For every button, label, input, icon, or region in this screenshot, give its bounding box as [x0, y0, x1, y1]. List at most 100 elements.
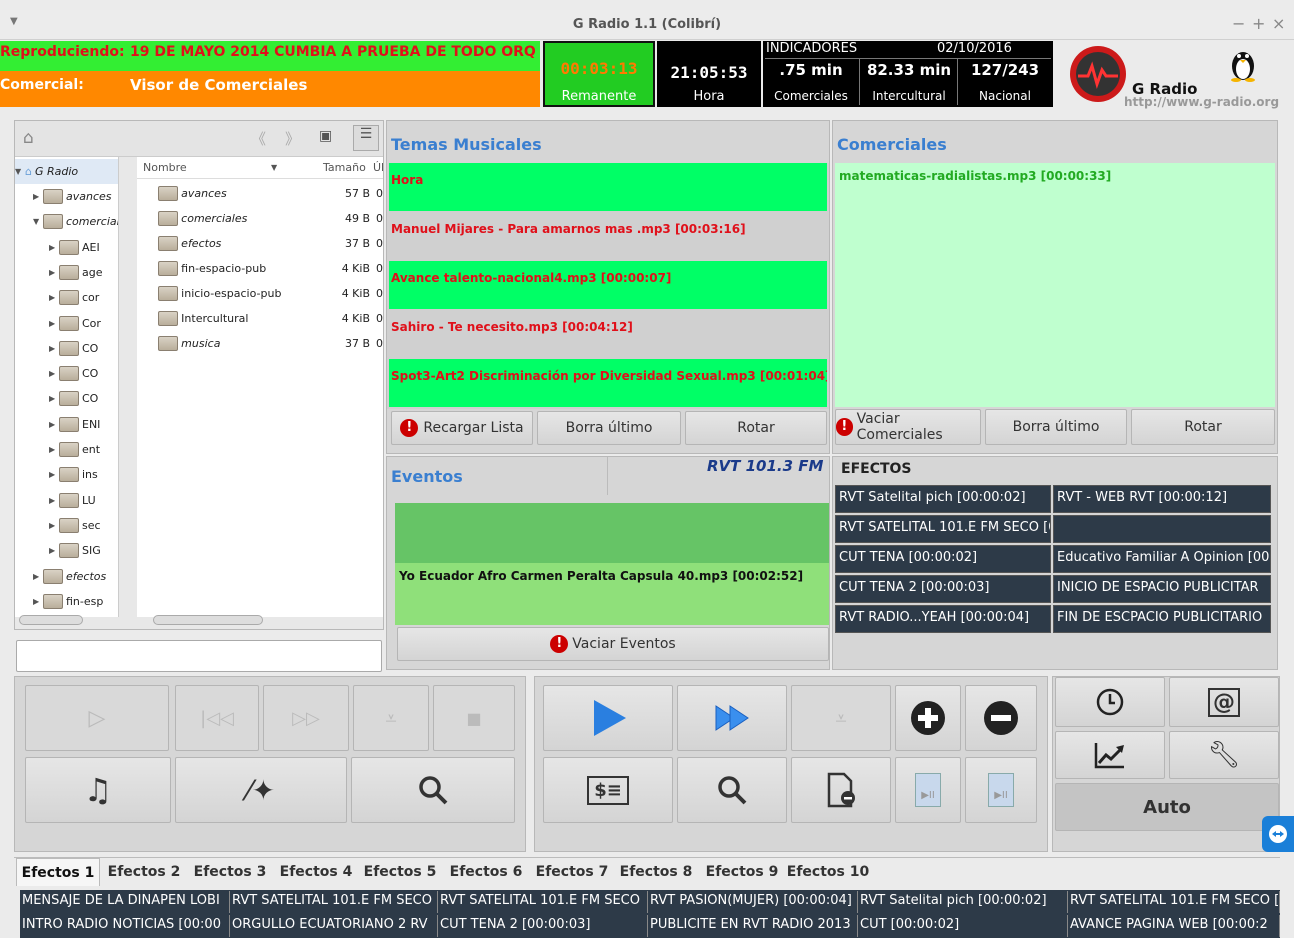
music-item[interactable]: Sahiro - Te necesito.mp3 [00:04:12] [389, 310, 827, 358]
music-item[interactable]: Hora [389, 163, 827, 211]
expand-arrow-icon[interactable]: ▶ [49, 546, 59, 555]
tree-item[interactable]: ▶ CO [49, 361, 118, 386]
expand-arrow-icon[interactable]: ▶ [49, 445, 59, 454]
effect-button[interactable]: MENSAJE DE LA DINAPEN LOBI [20, 891, 230, 913]
tree-item[interactable]: ▶ efectos [33, 564, 118, 589]
sort-arrow-icon[interactable]: ▼ [271, 163, 277, 172]
tree-item[interactable]: ▶ CO [49, 336, 118, 361]
tree-item[interactable]: ▶ cor [49, 285, 118, 310]
effect-cell[interactable]: CUT TENA [00:00:02] [835, 545, 1051, 573]
stop-button[interactable]: ■ [433, 685, 515, 751]
teamviewer-icon[interactable] [1262, 816, 1294, 852]
effect-cell[interactable]: RVT RADIO...YEAH [00:00:04] [835, 605, 1051, 633]
music-item[interactable]: Spot3-Art2 Discriminación por Diversidad… [389, 359, 827, 407]
effects-tab[interactable]: Efectos 4 [274, 858, 358, 886]
tree-item[interactable]: ▶ ENI [49, 412, 118, 437]
tree-item[interactable]: ▶ sec [49, 513, 118, 538]
minimize-button[interactable]: − [1232, 14, 1245, 33]
expand-arrow-icon[interactable]: ▶ [49, 369, 59, 378]
tree-item[interactable]: ▶ ins [49, 462, 118, 487]
tree-item[interactable]: ▶ Cor [49, 311, 118, 336]
expand-arrow-icon[interactable]: ▶ [49, 268, 59, 277]
close-button[interactable]: × [1272, 14, 1285, 33]
music-rotate-button[interactable]: Rotar [685, 411, 827, 445]
tree-item[interactable]: ▶ SIG [49, 538, 118, 563]
commercials-rotate-button[interactable]: Rotar [1131, 409, 1275, 445]
tree-item[interactable]: ▶ CO [49, 386, 118, 411]
col-name-header[interactable]: Nombre [143, 161, 187, 174]
expand-arrow-icon[interactable]: ▼ [33, 217, 43, 226]
expand-arrow-icon[interactable]: ▶ [49, 293, 59, 302]
effects-tab[interactable]: Efectos 8 [614, 858, 698, 886]
play-button[interactable] [543, 685, 673, 751]
eject-button-right[interactable]: ⩡ [791, 685, 891, 751]
event-item[interactable]: Yo Ecuador Afro Carmen Peralta Capsula 4… [395, 563, 829, 625]
effect-button[interactable]: PUBLICITE EN RVT RADIO 2013 [648, 915, 858, 937]
empty-events-button[interactable]: ! Vaciar Eventos [397, 627, 829, 661]
effect-cell[interactable]: RVT SATELITAL 101.E FM SECO [0 [835, 515, 1051, 543]
effect-cell[interactable]: CUT TENA 2 [00:00:03] [835, 575, 1051, 603]
expand-arrow-icon[interactable]: ▶ [49, 344, 59, 353]
expand-arrow-icon[interactable]: ▶ [33, 572, 43, 581]
email-button[interactable]: @ [1169, 677, 1279, 727]
tree-item[interactable]: ▶ AEI [49, 235, 118, 260]
fast-forward-button[interactable]: ▷▷ [263, 685, 349, 751]
remove-file-button[interactable] [791, 757, 891, 823]
settings-button[interactable]: 🔧︎ [1169, 731, 1279, 779]
tree-item[interactable]: ▼ comerciales [33, 209, 118, 234]
effect-button[interactable]: CUT [00:00:02] [858, 915, 1068, 937]
effects-tab[interactable]: Efectos 3 [188, 858, 272, 886]
auto-button[interactable]: Auto [1055, 783, 1279, 831]
effect-cell[interactable]: RVT Satelital pich [00:00:02] [835, 485, 1051, 513]
commercials-delete-last-button[interactable]: Borra último [985, 409, 1127, 445]
statistics-button[interactable] [1055, 731, 1165, 779]
maximize-button[interactable]: + [1252, 14, 1265, 33]
effects-tab[interactable]: Efectos 9 [700, 858, 784, 886]
screen-play-button[interactable]: ▶II [895, 757, 961, 823]
effect-button[interactable]: AVANCE PAGINA WEB [00:00:2 [1068, 915, 1280, 937]
file-row[interactable]: inicio-espacio-pub 4 KiB 0 [137, 281, 383, 306]
forward-icon[interactable]: 》 [285, 128, 300, 149]
effect-cell[interactable]: RVT - WEB RVT [00:00:12] [1053, 485, 1271, 513]
effect-cell[interactable] [1053, 515, 1271, 543]
add-button[interactable] [895, 685, 961, 751]
expand-arrow-icon[interactable]: ▶ [49, 496, 59, 505]
effect-cell[interactable]: Educativo Familiar A Opinion [00 [1053, 545, 1271, 573]
effects-tab[interactable]: Efectos 2 [102, 858, 186, 886]
effect-cell[interactable]: FIN DE ESCPACIO PUBLICITARIO [1053, 605, 1271, 633]
music-item[interactable]: Avance talento-nacional4.mp3 [00:00:07] [389, 261, 827, 309]
expand-arrow-icon[interactable]: ▶ [49, 394, 59, 403]
file-row[interactable]: musica 37 B 0 [137, 331, 383, 356]
events-slot-empty[interactable] [395, 503, 829, 563]
col-size-header[interactable]: Tamaño [323, 161, 366, 174]
files-hscrollbar[interactable] [153, 615, 263, 625]
list-view-icon[interactable]: ☰ [353, 125, 379, 151]
music-note-button[interactable]: ♫ [25, 757, 171, 823]
file-row[interactable]: comerciales 49 B 0 [137, 206, 383, 231]
back-icon[interactable]: 《 [251, 128, 266, 149]
effect-button[interactable]: INTRO RADIO NOTICIAS [00:00 [20, 915, 230, 937]
effect-button[interactable]: RVT SATELITAL 101.E FM SECO [438, 891, 648, 913]
tree-hscrollbar[interactable] [19, 615, 83, 625]
effects-tab[interactable]: Efectos 6 [444, 858, 528, 886]
file-row[interactable]: avances 57 B 0 [137, 181, 383, 206]
screen-play-button-2[interactable]: ▶II [965, 757, 1037, 823]
commercial-item[interactable]: matematicas-radialistas.mp3 [00:00:33] [839, 169, 1111, 183]
magic-wand-button[interactable]: ⁄✦ [175, 757, 347, 823]
tree-item[interactable]: ▶ avances [33, 184, 118, 209]
effects-tab[interactable]: Efectos 7 [530, 858, 614, 886]
file-row[interactable]: efectos 37 B 0 [137, 231, 383, 256]
file-row[interactable]: Intercultural 4 KiB 0 [137, 306, 383, 331]
icon-view-icon[interactable]: ▣ [319, 128, 332, 144]
brand-url[interactable]: http://www.g-radio.org [1124, 95, 1279, 109]
music-item[interactable]: Manuel Mijares - Para amarnos mas .mp3 [… [389, 212, 827, 260]
effect-button[interactable]: RVT SATELITAL 101.E FM SECO [ [1068, 891, 1280, 913]
file-search-input[interactable] [16, 640, 382, 672]
next-button[interactable] [677, 685, 787, 751]
effects-tab[interactable]: Efectos 10 [784, 858, 872, 886]
effects-tab[interactable]: Efectos 5 [358, 858, 442, 886]
effects-tab[interactable]: Efectos 1 [16, 858, 100, 886]
tree-root-item[interactable]: ▼ ⌂ G Radio [15, 159, 118, 184]
play-button-disabled[interactable]: ▷ [25, 685, 169, 751]
money-list-button[interactable]: $≡ [543, 757, 673, 823]
